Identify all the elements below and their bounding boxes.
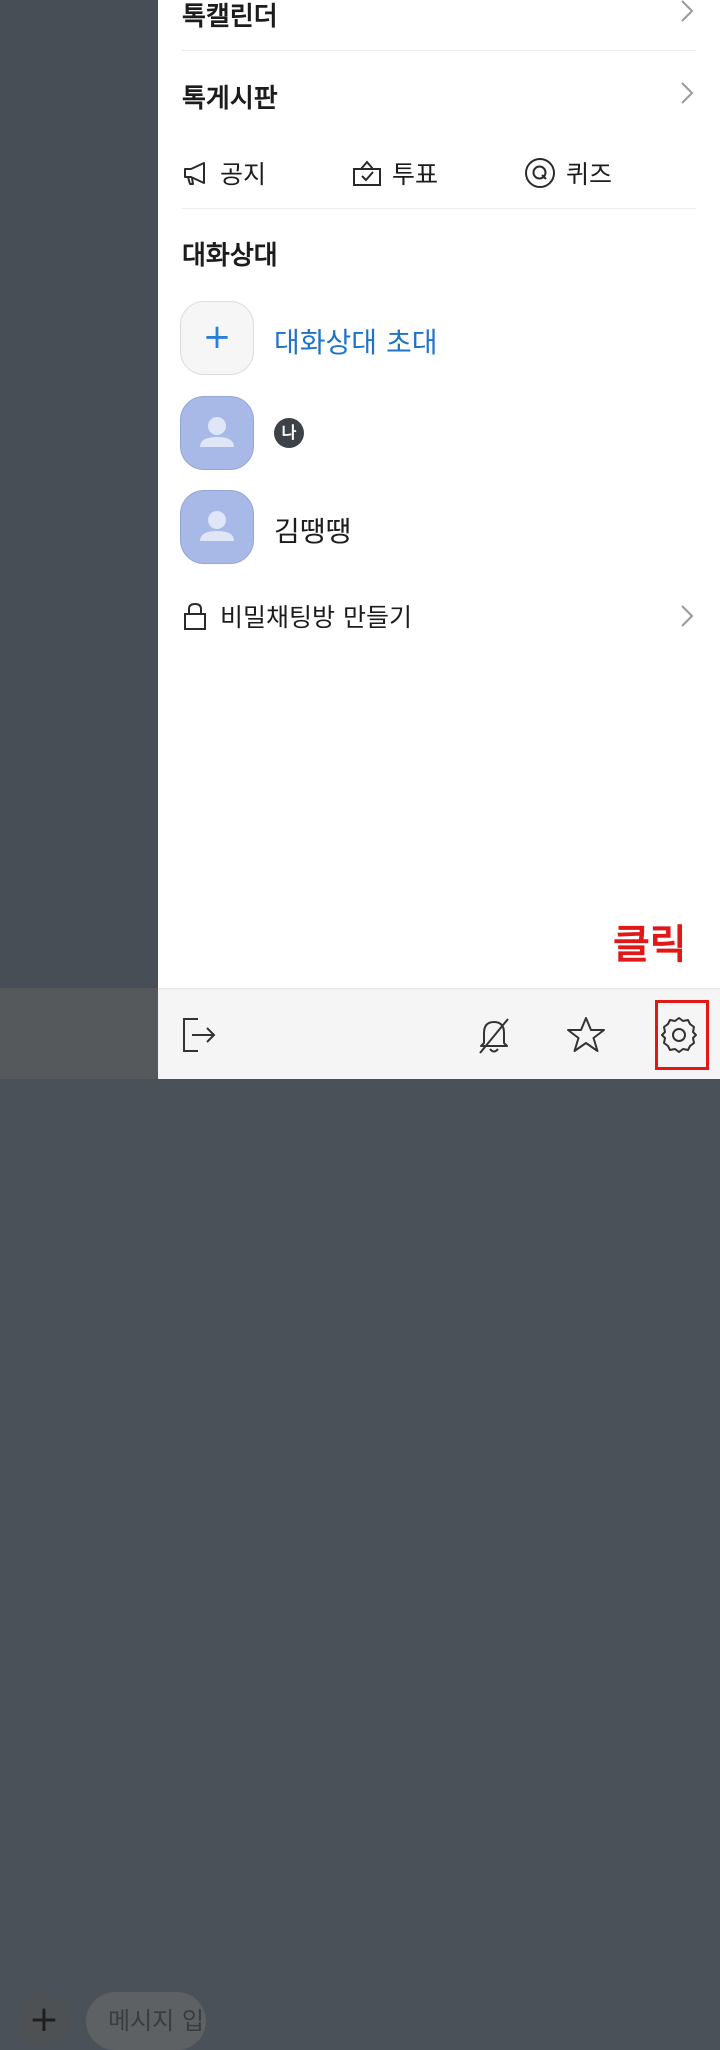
person-icon	[200, 511, 234, 541]
notice-label: 공지	[220, 160, 267, 189]
megaphone-icon	[184, 162, 205, 185]
quiz-button[interactable]: 퀴즈	[524, 150, 612, 196]
vote-label: 투표	[392, 160, 439, 189]
member-name: 김땡땡	[274, 515, 352, 548]
person-icon	[200, 417, 234, 447]
star-icon[interactable]	[564, 1013, 608, 1057]
nav-talk-calendar[interactable]: 톡캘린더	[182, 0, 696, 33]
ballot-box-icon	[353, 160, 381, 186]
lock-icon	[184, 602, 206, 630]
bell-off-icon[interactable]	[472, 1013, 516, 1057]
nav-talk-board[interactable]: 톡게시판	[182, 78, 696, 115]
members-section-title: 대화상대	[182, 241, 278, 271]
exit-icon[interactable]	[178, 1013, 222, 1057]
avatar	[180, 396, 254, 470]
click-annotation: 클릭	[613, 922, 687, 968]
dimmed-chat-background[interactable]	[0, 0, 158, 1079]
avatar	[180, 490, 254, 564]
nav-talk-board-label: 톡게시판	[182, 84, 278, 114]
dimmed-compose-bar: + 메시지 입력	[0, 988, 206, 2050]
create-secret-chat-row[interactable]: 비밀채팅방 만들기	[182, 598, 696, 634]
secret-chat-label: 비밀채팅방 만들기	[220, 603, 412, 632]
plus-icon: +	[180, 301, 254, 375]
notice-button[interactable]: 공지	[182, 150, 266, 196]
attach-plus-icon: +	[18, 1994, 70, 2046]
nav-talk-calendar-label: 톡캘린더	[182, 2, 278, 32]
chatroom-drawer: 톡캘린더 톡게시판 공지 투표 퀴즈 대화상대 + 대화상대 초대 나 김땡땡 …	[158, 0, 720, 1079]
invite-member-label: 대화상대 초대	[274, 326, 438, 359]
divider	[182, 208, 696, 209]
me-badge: 나	[274, 418, 304, 448]
divider	[182, 50, 696, 51]
vote-button[interactable]: 투표	[352, 150, 438, 196]
quiz-q-icon	[525, 158, 555, 188]
quiz-label: 퀴즈	[566, 160, 613, 189]
chevron-right-icon	[681, 605, 694, 627]
settings-highlight-box	[655, 1000, 709, 1070]
message-input: 메시지 입력	[86, 1992, 206, 2050]
chevron-right-icon	[681, 0, 694, 22]
chevron-right-icon	[681, 82, 694, 104]
drawer-bottom-bar	[158, 988, 720, 1079]
